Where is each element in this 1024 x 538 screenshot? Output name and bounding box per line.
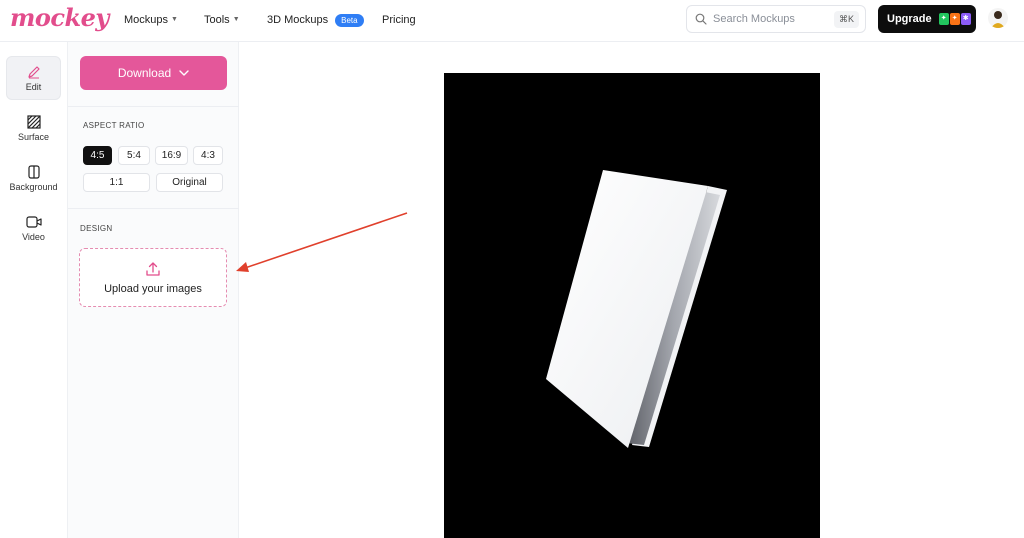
nav-3d-mockups[interactable]: 3D Mockups Beta [267, 12, 364, 28]
nav-tools[interactable]: Tools ▼ [204, 12, 240, 28]
user-avatar[interactable] [988, 8, 1008, 28]
chevron-down-icon: ▼ [171, 16, 178, 23]
rail-item-surface[interactable]: Surface [6, 106, 61, 150]
upgrade-label: Upgrade [887, 13, 932, 25]
logo-text: mockey [10, 3, 109, 32]
nav-tools-label: Tools [204, 14, 230, 26]
rail-item-video[interactable]: Video [6, 206, 61, 250]
nav-pricing[interactable]: Pricing [382, 12, 416, 28]
mockey-logo[interactable]: mockey [10, 2, 109, 36]
upload-icon [146, 261, 160, 276]
upgrade-button[interactable]: Upgrade ✦ ✦ ✱ [878, 5, 976, 33]
rail-item-label: Background [9, 181, 58, 192]
search-shortcut: ⌘K [833, 11, 859, 28]
search-icon [695, 13, 707, 25]
ratio-option-original[interactable]: Original [156, 173, 223, 192]
panel-divider [68, 208, 239, 209]
avatar-icon [991, 11, 1005, 28]
nav-3d-mockups-label: 3D Mockups [267, 14, 329, 26]
rail-item-background[interactable]: Background [6, 156, 61, 200]
nav-pricing-label: Pricing [382, 14, 416, 26]
tool-rail: Edit Surface Background Video [0, 42, 68, 538]
chevron-down-icon: ▼ [232, 16, 240, 23]
upload-images-dropzone[interactable]: Upload your images [79, 248, 227, 307]
mockup-preview-canvas[interactable] [444, 73, 820, 538]
design-heading: DESIGN [80, 224, 113, 233]
ratio-option-1-1[interactable]: 1:1 [83, 173, 150, 192]
top-nav-bar: mockey Mockups ▼ Tools ▼ 3D Mockups Beta… [0, 0, 1024, 42]
nav-mockups[interactable]: Mockups ▼ [124, 12, 178, 28]
aspect-ratio-heading: ASPECT RATIO [83, 121, 145, 130]
surface-icon [26, 114, 41, 129]
download-button[interactable]: Download [80, 56, 227, 90]
edit-panel: Download ASPECT RATIO 4:5 5:4 16:9 4:3 1… [68, 42, 239, 538]
search-input[interactable] [713, 13, 823, 25]
download-label: Download [117, 66, 172, 80]
search-box[interactable]: ⌘K [686, 5, 866, 33]
beta-badge: Beta [335, 13, 364, 27]
panel-divider [68, 106, 239, 107]
purple-feature-icon: ✱ [960, 13, 971, 25]
chevron-down-icon [179, 70, 189, 76]
book-mockup-render [546, 170, 727, 448]
annotation-arrow-icon [236, 212, 408, 272]
pencil-icon [27, 65, 40, 78]
rail-item-label: Video [22, 231, 45, 242]
nav-mockups-label: Mockups [124, 14, 169, 26]
upgrade-feature-icons: ✦ ✦ ✱ [938, 13, 971, 25]
rail-item-edit[interactable]: Edit [6, 56, 61, 100]
ratio-option-5-4[interactable]: 5:4 [118, 146, 150, 165]
video-icon [25, 215, 42, 228]
green-feature-icon: ✦ [938, 13, 949, 25]
ratio-option-4-5[interactable]: 4:5 [83, 146, 112, 165]
rail-item-label: Edit [25, 81, 42, 92]
background-icon [27, 164, 40, 179]
orange-feature-icon: ✦ [949, 13, 960, 25]
rail-item-label: Surface [17, 131, 50, 142]
ratio-option-16-9[interactable]: 16:9 [155, 146, 188, 165]
ratio-option-4-3[interactable]: 4:3 [193, 146, 223, 165]
upload-images-label: Upload your images [104, 282, 202, 295]
